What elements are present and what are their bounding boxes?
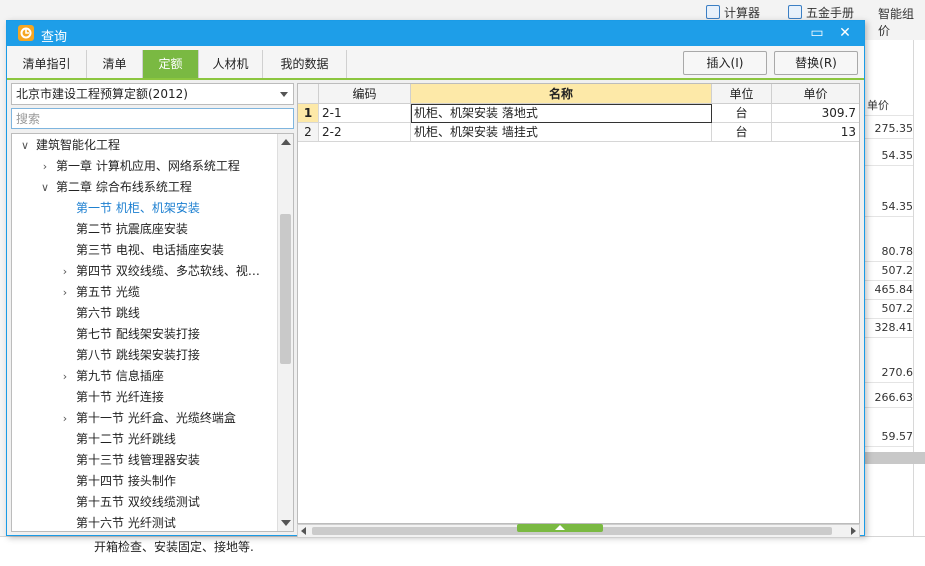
tab-my-data[interactable]: 我的数据 xyxy=(263,50,347,78)
background-price-cell: 54.35 xyxy=(865,197,913,217)
scroll-right-icon[interactable] xyxy=(851,527,856,535)
tab-labor-material-machine[interactable]: 人材机 xyxy=(199,50,263,78)
tree-item-label: 建筑智能化工程 xyxy=(36,138,121,152)
background-price-cell: 54.35 xyxy=(865,146,913,166)
grid-header-price[interactable]: 单价 xyxy=(772,84,859,104)
chapter-panel: 北京市建设工程预算定额(2012) ∨ 建筑智能化工程 › 第一章 计算机应用、网络系… xyxy=(11,83,294,533)
tree-item-label: 第九节 信息插座 xyxy=(76,369,164,383)
background-price-cell: 507.2 xyxy=(865,299,913,319)
tree-item-label: 第五节 光缆 xyxy=(76,285,140,299)
background-price-cell: 465.84 xyxy=(865,280,913,300)
background-price-cell: 266.63 xyxy=(865,388,913,408)
cell-price[interactable]: 309.7 xyxy=(772,104,859,123)
tab-bar: 清单指引 清单 定额 人材机 我的数据 插入(I) 替换(R) xyxy=(7,46,864,80)
panel-splitter-handle[interactable] xyxy=(517,524,603,532)
tree-item-label: 第三节 电视、电话插座安装 xyxy=(76,243,224,257)
chevron-right-icon[interactable]: › xyxy=(60,282,70,303)
chevron-down-icon[interactable]: ∨ xyxy=(40,177,50,198)
book-icon xyxy=(788,5,802,19)
tree-item-label: 第六节 跳线 xyxy=(76,306,140,320)
cell-code[interactable]: 2-2 xyxy=(319,123,411,142)
quota-library-select[interactable]: 北京市建设工程预算定额(2012) xyxy=(11,83,294,105)
calculator-label: 计算器 xyxy=(724,5,761,20)
background-price-cell: 275.35 xyxy=(865,119,913,139)
cell-code[interactable]: 2-1 xyxy=(319,104,411,123)
dialog-title: 查询 xyxy=(41,30,68,45)
grid-header-code[interactable]: 编码 xyxy=(319,84,411,104)
maximize-icon[interactable]: ▭ xyxy=(807,24,827,42)
row-number: 1 xyxy=(298,104,319,123)
background-price-cell: 507.2 xyxy=(865,261,913,281)
background-price-header: 单价 xyxy=(865,96,913,116)
work-content-text: 开箱检查、安装固定、接地等. xyxy=(94,540,254,554)
tree-item-label: 第十三节 线管理器安装 xyxy=(76,453,200,467)
background-price-cell: 59.57 xyxy=(865,427,913,447)
close-icon[interactable]: ✕ xyxy=(835,24,855,42)
chevron-up-icon xyxy=(555,525,565,530)
quota-library-value: 北京市建设工程预算定额(2012) xyxy=(16,87,188,101)
tree-item-label: 第一节 机柜、机架安装 xyxy=(76,201,200,215)
tree-item-label: 第一章 计算机应用、网络系统工程 xyxy=(56,159,240,173)
grid-header-rownum xyxy=(298,84,319,104)
calculator-icon xyxy=(706,5,720,19)
dialog-titlebar[interactable]: 查询 ▭ ✕ xyxy=(7,21,864,46)
grid-header-name[interactable]: 名称 xyxy=(411,84,712,104)
calculator-button[interactable]: 计算器 xyxy=(706,2,760,22)
cell-name[interactable]: 机柜、机架安装 落地式 xyxy=(411,104,712,123)
smart-price-button[interactable]: 智能组价 xyxy=(878,7,925,38)
quota-grid: 编码 名称 单位 单价 1 2-1 机柜、机架安装 落地式 台 309.7 2 … xyxy=(297,83,860,524)
chevron-down-icon[interactable]: ∨ xyxy=(20,135,30,156)
cell-price[interactable]: 13 xyxy=(772,123,859,142)
tree-item-label: 第二章 综合布线系统工程 xyxy=(56,180,192,194)
tree-item-label: 第十一节 光纤盒、光缆终端盒 xyxy=(76,411,236,425)
tree-item-label: 第十五节 双绞线缆测试 xyxy=(76,495,200,509)
tab-list-guide[interactable]: 清单指引 xyxy=(7,50,87,78)
cell-unit[interactable]: 台 xyxy=(712,123,772,142)
cell-name[interactable]: 机柜、机架安装 墙挂式 xyxy=(411,123,712,142)
scroll-thumb[interactable] xyxy=(280,214,291,364)
background-price-column: 单价 275.35 54.35 54.35 80.78 507.2 465.84… xyxy=(865,40,925,565)
insert-button[interactable]: 插入(I) xyxy=(683,51,767,75)
replace-button[interactable]: 替换(R) xyxy=(774,51,858,75)
tree-item-label: 第七节 配线架安装打接 xyxy=(76,327,200,341)
search-input[interactable] xyxy=(11,108,294,129)
chevron-right-icon[interactable]: › xyxy=(60,261,70,282)
background-price-cell: 328.41 xyxy=(865,318,913,338)
tree-item-label: 第十四节 接头制作 xyxy=(76,474,176,488)
background-scroll-band xyxy=(865,452,925,464)
tree-item-label: 第十六节 光纤测试 xyxy=(76,516,176,530)
chevron-right-icon[interactable]: › xyxy=(60,408,70,429)
scroll-down-icon[interactable] xyxy=(281,520,291,526)
tree-item-label: 第十节 光纤连接 xyxy=(76,390,164,404)
hardware-manual-label: 五金手册 xyxy=(806,5,855,20)
scroll-left-icon[interactable] xyxy=(301,527,306,535)
tab-quota[interactable]: 定额 xyxy=(143,50,199,78)
chevron-right-icon[interactable]: › xyxy=(40,156,50,177)
tab-list[interactable]: 清单 xyxy=(87,50,143,78)
query-dialog: 查询 ▭ ✕ 清单指引 清单 定额 人材机 我的数据 插入(I) 替换(R) 北… xyxy=(6,20,865,538)
app-logo-icon xyxy=(18,25,34,41)
chapter-tree: ∨ 建筑智能化工程 › 第一章 计算机应用、网络系统工程 ∨ 第二章 综合布线系统工程第一… xyxy=(11,133,294,532)
scroll-up-icon[interactable] xyxy=(281,139,291,145)
hardware-manual-button[interactable]: 五金手册 xyxy=(788,2,854,22)
row-number: 2 xyxy=(298,123,319,142)
smart-price-label: 智能组价 xyxy=(878,7,915,38)
tree-item-label: 第八节 跳线架安装打接 xyxy=(76,348,200,362)
tree-item-label: 第四节 双绞线缆、多芯软线、视… xyxy=(76,264,260,278)
background-price-cell: 270.6 xyxy=(865,363,913,383)
cell-unit[interactable]: 台 xyxy=(712,104,772,123)
tree-item-label: 第二节 抗震底座安装 xyxy=(76,222,188,236)
grid-header-unit[interactable]: 单位 xyxy=(712,84,772,104)
background-price-cell: 80.78 xyxy=(865,242,913,262)
chevron-right-icon[interactable]: › xyxy=(60,366,70,387)
tree-scrollbar[interactable] xyxy=(277,134,293,531)
tree-item-label: 第十二节 光纤跳线 xyxy=(76,432,176,446)
chevron-down-icon xyxy=(280,92,288,97)
